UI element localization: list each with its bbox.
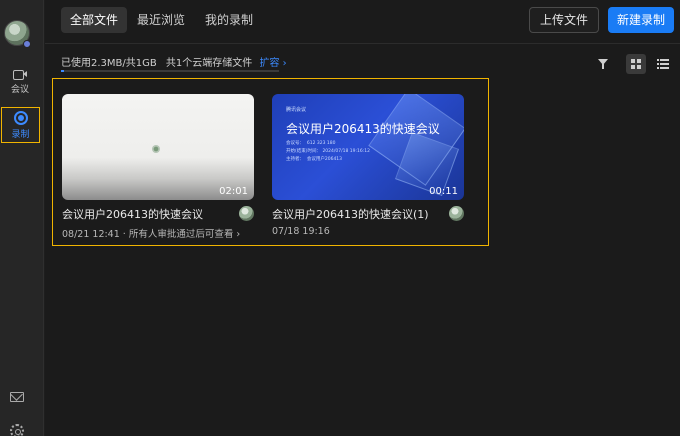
storage-progress-fill bbox=[61, 70, 64, 72]
owner-avatar bbox=[239, 206, 254, 221]
grid-view-icon[interactable] bbox=[626, 54, 646, 74]
top-bar: 全部文件 最近浏览 我的录制 上传文件 新建录制 bbox=[45, 0, 680, 44]
duration-label: 02:01 bbox=[219, 186, 248, 197]
thumbnail-brand: 腾讯会议 bbox=[286, 107, 307, 113]
video-camera-icon bbox=[13, 69, 27, 80]
sidebar: 会议 录制 bbox=[0, 0, 44, 436]
list-view-icon[interactable] bbox=[653, 54, 673, 74]
storage-info: 已使用2.3MB/共1GB 共1个云端存储文件 扩容 › bbox=[61, 54, 287, 69]
recording-subtitle: 07/18 19:16 bbox=[272, 226, 330, 237]
expand-storage-link[interactable]: 扩容 › bbox=[259, 58, 286, 69]
recording-title[interactable]: 会议用户206413的快速会议(1) bbox=[272, 206, 464, 222]
thumbnail-title: 会议用户206413的快速会议 bbox=[286, 122, 440, 136]
record-icon bbox=[13, 110, 28, 125]
owner-avatar bbox=[449, 206, 464, 221]
recording-card[interactable]: 02:01 会议用户206413的快速会议 08/21 12:41 · 所有人审… bbox=[62, 94, 254, 240]
duration-label: 00:11 bbox=[429, 186, 458, 197]
storage-progress-bar bbox=[61, 70, 279, 72]
storage-usage: 已使用2.3MB/共1GB bbox=[61, 58, 157, 69]
sidebar-item-recording[interactable]: 录制 bbox=[1, 107, 40, 143]
tab-my-recordings[interactable]: 我的录制 bbox=[196, 7, 262, 33]
loading-dot-icon bbox=[152, 145, 160, 153]
sidebar-item-meeting[interactable]: 会议 bbox=[0, 64, 40, 100]
recordings-grid: 02:01 会议用户206413的快速会议 08/21 12:41 · 所有人审… bbox=[52, 78, 489, 246]
recording-thumbnail[interactable]: 腾讯会议 会议用户206413的快速会议 会议号： 612 323 180 开始… bbox=[272, 94, 464, 200]
sidebar-item-label: 会议 bbox=[10, 85, 29, 95]
recording-title[interactable]: 会议用户206413的快速会议 bbox=[62, 206, 254, 222]
storage-count: 共1个云端存储文件 bbox=[165, 58, 253, 69]
chevron-right-icon: › bbox=[282, 58, 287, 69]
tab-all-files[interactable]: 全部文件 bbox=[61, 7, 128, 33]
main-panel: 全部文件 最近浏览 我的录制 上传文件 新建录制 已使用2.3MB/共1GB 共… bbox=[45, 0, 680, 436]
avatar-badge-icon bbox=[23, 40, 31, 48]
tab-recent[interactable]: 最近浏览 bbox=[128, 7, 194, 33]
recording-thumbnail[interactable]: 02:01 bbox=[62, 94, 254, 200]
recording-card[interactable]: 腾讯会议 会议用户206413的快速会议 会议号： 612 323 180 开始… bbox=[272, 94, 464, 237]
new-recording-button[interactable]: 新建录制 bbox=[608, 7, 674, 33]
recording-subtitle[interactable]: 08/21 12:41 · 所有人审批通过后可查看 › bbox=[62, 226, 254, 240]
gear-icon[interactable] bbox=[10, 424, 24, 436]
thumbnail-meta: 会议号： 612 323 180 开始(结束)时间： 2024/07/18 19… bbox=[286, 141, 371, 162]
sidebar-item-label: 录制 bbox=[11, 129, 30, 140]
mail-icon[interactable] bbox=[10, 392, 24, 402]
filter-icon[interactable] bbox=[594, 54, 614, 74]
upload-file-button[interactable]: 上传文件 bbox=[529, 7, 599, 33]
